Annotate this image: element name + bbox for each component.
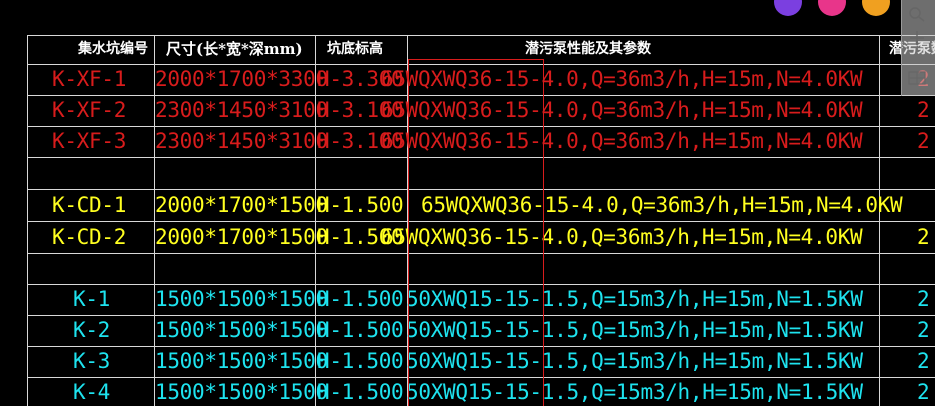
header-elevation: 坑底标高 <box>327 41 383 57</box>
cell-elevation[interactable]: H-1.500 <box>317 346 404 377</box>
cell-pump-params[interactable]: 65WQXWQ36-15-4.0,Q=36m3/h,H=15m,N=4.0KW <box>381 126 863 157</box>
cell-size[interactable]: 1500*1500*1500 <box>155 315 328 346</box>
cell-pit-id[interactable]: K-3 <box>73 346 110 377</box>
cell-pump-count[interactable]: 2 <box>917 222 930 253</box>
header-pit-id: 集水坑编号 <box>78 41 148 57</box>
cell-pump-params[interactable]: 50XWQ15-15-1.5,Q=15m3/h,H=15m,N=1.5KW <box>406 315 863 346</box>
cell-size[interactable]: 2000*1700*3300 <box>155 64 328 95</box>
cell-size[interactable]: 1500*1500*1500 <box>155 284 328 315</box>
cell-size[interactable]: 1500*1500*1500 <box>155 346 328 377</box>
orange-circle-button[interactable] <box>862 0 890 16</box>
pink-circle-button[interactable] <box>818 0 846 16</box>
header-size: 尺寸(长*宽*深mm) <box>166 40 303 58</box>
cell-pump-count[interactable]: 2 <box>917 315 930 346</box>
header-pump-params: 潜污泵性能及其参数 <box>525 41 651 57</box>
cell-pump-count[interactable]: 2 <box>917 126 930 157</box>
cell-size[interactable]: 2300*1450*3100 <box>155 95 328 126</box>
purple-circle-button[interactable] <box>774 0 802 16</box>
cell-pump-params[interactable]: 50XWQ15-15-1.5,Q=15m3/h,H=15m,N=1.5KW <box>406 346 863 377</box>
cell-size[interactable]: 2300*1450*3100 <box>155 126 328 157</box>
cell-size[interactable]: 2000*1700*1500 <box>155 190 328 221</box>
cell-elevation[interactable]: H-1.500 <box>317 284 404 315</box>
cell-pump-count[interactable]: 2 <box>917 284 930 315</box>
cell-pump-count[interactable]: 2 <box>917 95 930 126</box>
cell-pit-id[interactable]: K-XF-3 <box>52 126 126 157</box>
table-row-divider <box>27 157 935 158</box>
cell-size[interactable]: 2000*1700*1500 <box>155 222 328 253</box>
cad-drawing-canvas[interactable]: 集水坑编号 尺寸(长*宽*深mm) 坑底标高 潜污泵性能及其参数 潜污泵数 K-… <box>0 0 935 406</box>
viewcube-icon[interactable] <box>905 70 929 86</box>
cell-pump-count[interactable]: 2 <box>917 346 930 377</box>
cell-elevation[interactable]: H-1.500 <box>317 190 404 221</box>
table-row-divider <box>27 253 935 254</box>
cell-pump-params[interactable]: 65WQXWQ36-15-4.0,Q=36m3/h,H=15m,N=4.0KW <box>381 64 863 95</box>
cell-pit-id[interactable]: K-4 <box>73 377 110 406</box>
cell-pump-params[interactable]: 65WQXWQ36-15-4.0,Q=36m3/h,H=15m,N=4.0KW <box>381 222 863 253</box>
cell-pump-params[interactable]: 65WQXWQ36-15-4.0,Q=36m3/h,H=15m,N=4.0KW <box>421 190 903 221</box>
cell-pit-id[interactable]: K-XF-1 <box>52 64 126 95</box>
cell-pit-id[interactable]: K-1 <box>73 284 110 315</box>
table-col-divider <box>27 35 28 406</box>
table-border-top <box>27 35 935 36</box>
cell-pit-id[interactable]: K-CD-2 <box>52 222 126 253</box>
magnifier-icon[interactable] <box>905 6 929 22</box>
pan-icon[interactable] <box>905 30 929 46</box>
cell-size[interactable]: 1500*1500*1500 <box>155 377 328 406</box>
cell-pit-id[interactable]: K-2 <box>73 315 110 346</box>
cell-pump-count[interactable]: 2 <box>917 377 930 406</box>
cell-pit-id[interactable]: K-CD-1 <box>52 190 126 221</box>
cell-pump-params[interactable]: 65WQXWQ36-15-4.0,Q=36m3/h,H=15m,N=4.0KW <box>381 95 863 126</box>
cell-pump-params[interactable]: 50XWQ15-15-1.5,Q=15m3/h,H=15m,N=1.5KW <box>406 377 863 406</box>
cell-pump-params[interactable]: 50XWQ15-15-1.5,Q=15m3/h,H=15m,N=1.5KW <box>406 284 863 315</box>
cell-elevation[interactable]: H-1.500 <box>317 377 404 406</box>
cell-elevation[interactable]: H-1.500 <box>317 315 404 346</box>
cell-pit-id[interactable]: K-XF-2 <box>52 95 126 126</box>
